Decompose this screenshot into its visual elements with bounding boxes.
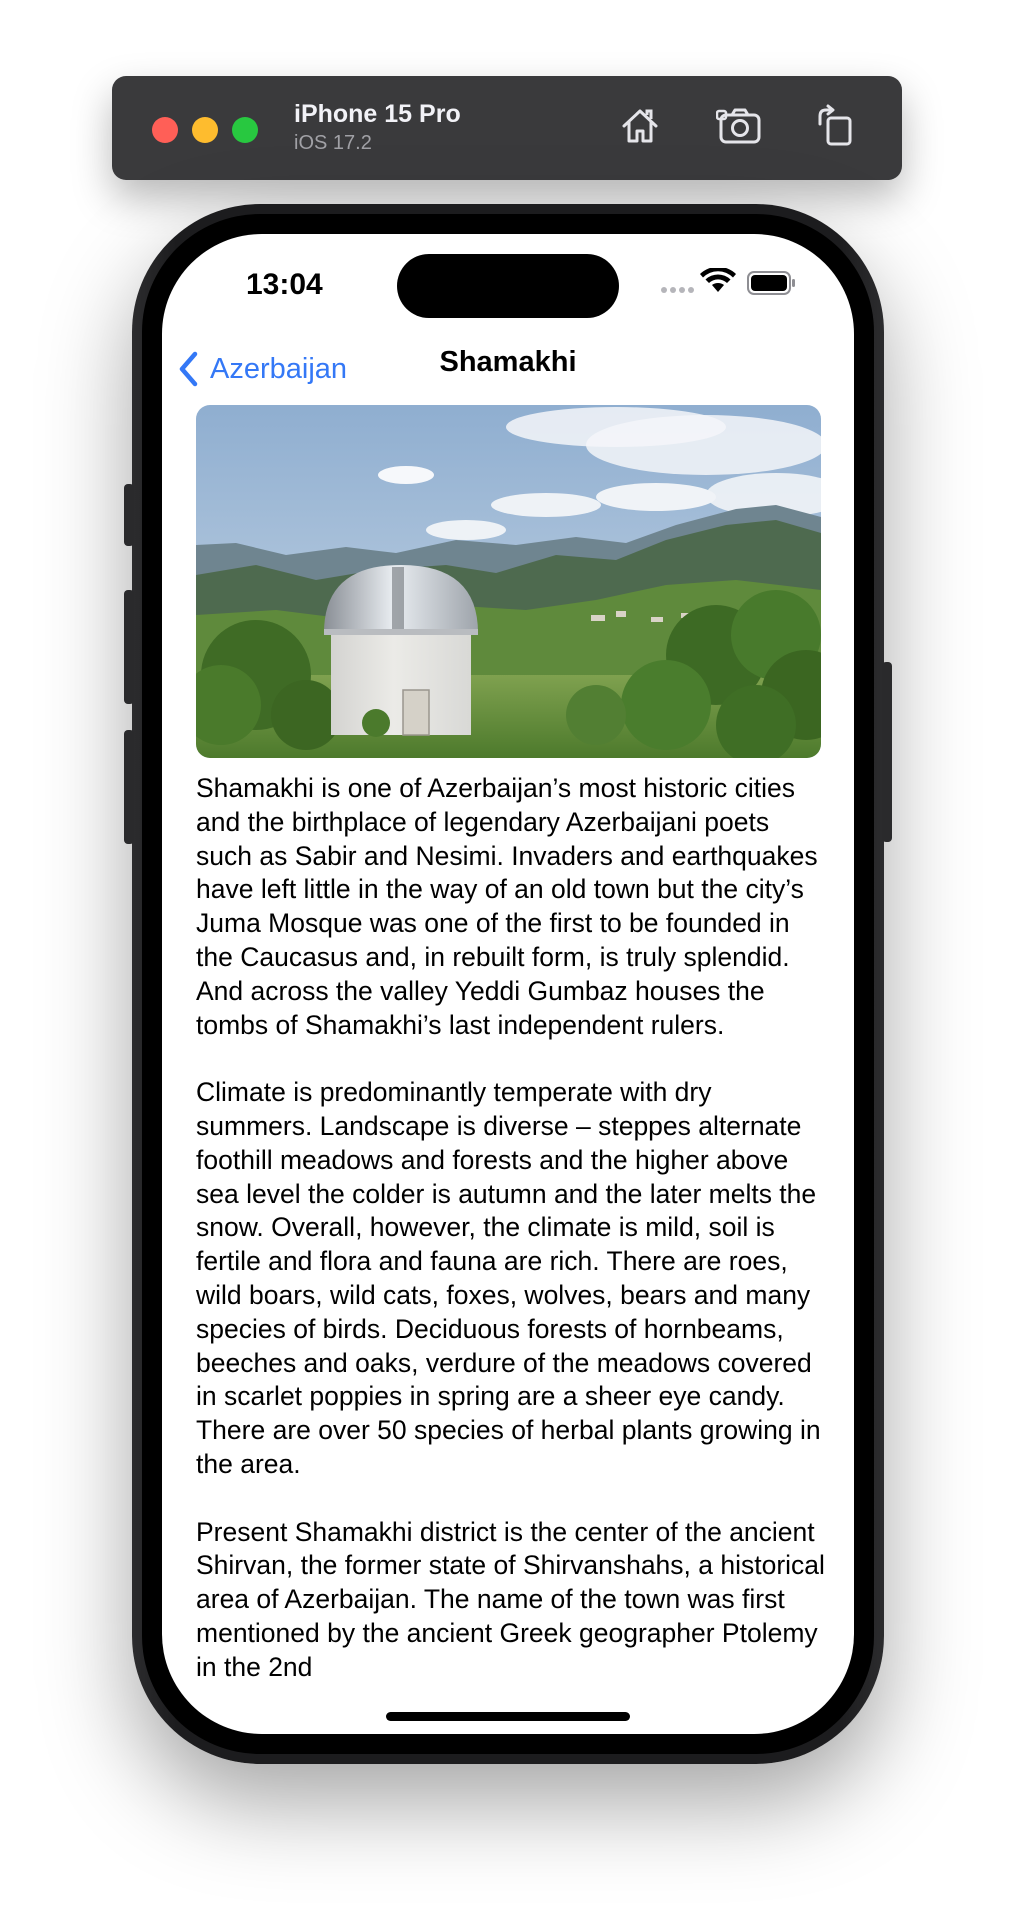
phone-screen: 13:04 Azerbaijan Shamakhi Shamakhi is on… (162, 234, 854, 1734)
screenshot-icon (715, 108, 761, 144)
hero-image (196, 405, 821, 758)
home-button[interactable] (616, 102, 664, 150)
paragraph-3: Present Shamakhi district is the center … (196, 1516, 825, 1682)
power-button[interactable] (882, 662, 892, 842)
minimize-window-button[interactable] (192, 117, 218, 143)
rotate-icon (818, 104, 852, 146)
paragraph-2: Climate is predominantly temperate with … (196, 1077, 821, 1479)
dynamic-island (397, 254, 619, 318)
home-icon (622, 109, 658, 143)
article-body: Shamakhi is one of Azerbaijan’s most his… (196, 772, 826, 1718)
volume-down-button[interactable] (124, 730, 134, 844)
battery-icon (747, 271, 795, 295)
page-title: Shamakhi (439, 346, 577, 378)
cellular-dots-icon (661, 287, 694, 293)
device-name: iPhone 15 Pro (294, 100, 461, 128)
close-window-button[interactable] (152, 117, 178, 143)
zoom-window-button[interactable] (232, 117, 258, 143)
simulator-toolbar (112, 76, 902, 180)
status-time: 13:04 (246, 268, 323, 301)
wifi-icon (700, 266, 736, 292)
rotate-button[interactable] (812, 102, 860, 150)
screenshot-button[interactable] (715, 102, 764, 150)
os-version: iOS 17.2 (294, 132, 372, 154)
simulator-stage: iPhone 15 Pro iOS 17.2 13:04 Azerbaijan … (0, 0, 1014, 1916)
paragraph-1: Shamakhi is one of Azerbaijan’s most his… (196, 773, 818, 1040)
home-indicator[interactable] (386, 1712, 630, 1721)
action-button[interactable] (124, 484, 134, 546)
status-icons (658, 266, 818, 304)
volume-up-button[interactable] (124, 590, 134, 704)
